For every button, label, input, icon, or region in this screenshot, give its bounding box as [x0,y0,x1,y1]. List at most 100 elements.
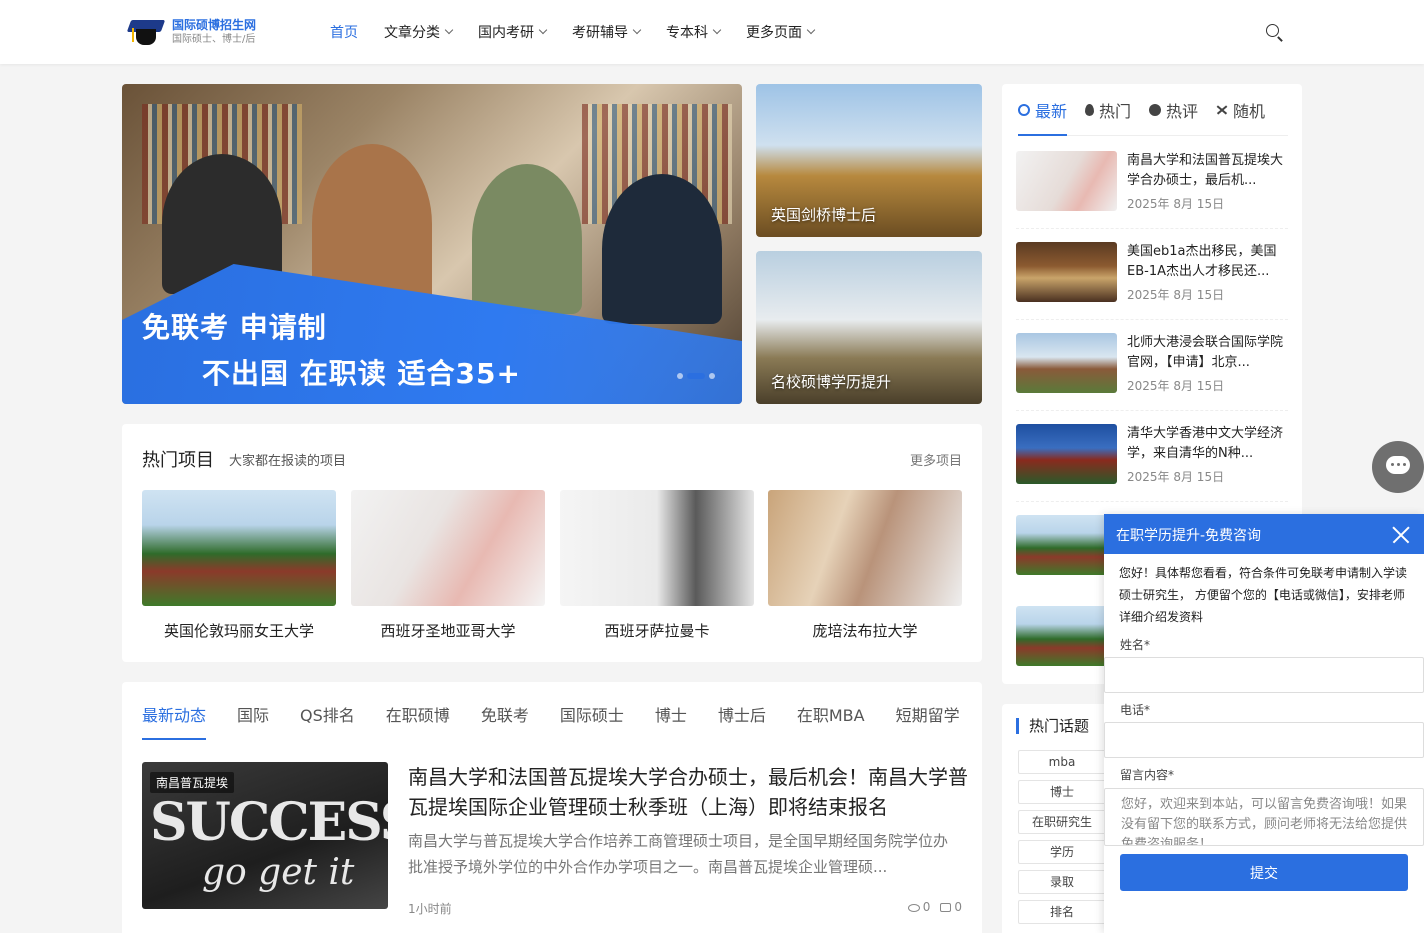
nav-undergrad[interactable]: 专本科 [666,22,722,42]
site-header: 国际硕博招生网 国际硕士、博士/后 首页 文章分类 国内考研 考研辅导 专本科 … [0,0,1424,64]
project-name: 西班牙圣地亚哥大学 [380,622,516,640]
post-thumbnail [1016,333,1117,393]
hero-side-card-degree[interactable]: 名校硕博学历提升 [756,251,982,404]
graduation-cap-icon [126,14,166,50]
message-label: 留言内容* [1120,768,1175,782]
consult-panel: 在职学历提升-免费咨询 您好！具体帮您看看，符合条件可免联考申请制入学读硕士研究… [1104,514,1424,933]
tab-hot-comments[interactable]: 热评 [1149,98,1198,122]
post-thumbnail [1016,424,1117,484]
phone-input[interactable] [1104,722,1424,758]
tab-qs-ranking[interactable]: QS排名 [300,702,355,740]
project-image [142,490,336,606]
chat-button[interactable] [1372,441,1424,493]
submit-button[interactable]: 提交 [1120,854,1408,891]
chalk-text: go get it [202,852,355,893]
news-time: 1小时前 [408,902,452,916]
post-title: 南昌大学和法国普瓦提埃大学合办硕士，最后机... [1127,153,1284,188]
news-tag: 南昌普瓦提埃 [150,772,235,793]
project-image [560,490,754,606]
tab-random[interactable]: 随机 [1216,98,1265,122]
tab-short-study[interactable]: 短期留学 [896,702,960,740]
slider-dots [677,373,715,379]
consult-intro: 您好！具体帮您看看，符合条件可免联考申请制入学读硕士研究生， 方便留个您的【电话… [1119,566,1408,624]
slider-dot-active[interactable] [687,373,705,379]
close-icon[interactable] [1392,526,1410,544]
project-card[interactable]: 西班牙圣地亚哥大学 [351,490,545,641]
tab-popular[interactable]: 热门 [1085,98,1131,122]
hero-side-caption: 英国剑桥博士后 [771,206,877,224]
news-title[interactable]: 南昌大学和法国普瓦提埃大学合办硕士，最后机会！南昌大学普瓦提埃国际企业管理硕士秋… [408,762,968,822]
news-tabs: 最新动态 国际 QS排名 在职硕博 免联考 国际硕士 博士 博士后 在职MBA … [142,702,960,740]
news-meta: 0 0 [907,900,962,914]
slider-dot[interactable] [709,373,715,379]
project-image [351,490,545,606]
post-date: 2025年 8月 15日 [1127,197,1225,211]
chalk-text: SUCCESS [150,792,388,853]
consult-header: 在职学历提升-免费咨询 [1104,514,1424,554]
message-textarea[interactable] [1104,788,1424,846]
sidebar-post[interactable]: 北师大港浸会联合国际学院官网，【申请】北京... 2025年 8月 15日 [1016,333,1288,411]
tab-intl-master[interactable]: 国际硕士 [560,702,624,740]
post-title: 美国eb1a杰出移民，美国EB-1A杰出人才移民还... [1127,244,1277,279]
project-image [768,490,962,606]
tab-mba[interactable]: 在职MBA [797,702,865,740]
chevron-down-icon [538,25,548,35]
nav-exam-tutoring[interactable]: 考研辅导 [572,22,642,42]
chevron-down-icon [806,25,816,35]
more-projects-link[interactable]: 更多项目 [910,450,962,469]
tab-newest[interactable]: 最新 [1018,98,1068,136]
clock-icon [1018,104,1030,116]
nav-more-pages[interactable]: 更多页面 [746,22,816,42]
nav-domestic-exam[interactable]: 国内考研 [478,22,548,42]
fire-icon [1085,104,1095,116]
hero-side-caption: 名校硕博学历提升 [771,373,892,391]
sidebar-post[interactable]: 美国eb1a杰出移民，美国EB-1A杰出人才移民还... 2025年 8月 15… [1016,242,1288,320]
sidebar-post[interactable]: 清华大学香港中文大学经济学，来自清华的N种... 2025年 8月 15日 [1016,424,1288,502]
chat-icon [1149,104,1162,116]
post-date: 2025年 8月 15日 [1127,470,1225,484]
chevron-down-icon [632,25,642,35]
consult-title: 在职学历提升-免费咨询 [1116,528,1262,544]
comment-icon [940,903,952,912]
topic-tag[interactable]: 博士 [1018,780,1106,804]
project-name: 英国伦敦玛丽女王大学 [163,622,314,640]
post-date: 2025年 8月 15日 [1127,288,1225,302]
sidebar-post[interactable]: 南昌大学和法国普瓦提埃大学合办硕士，最后机... 2025年 8月 15日 [1016,151,1288,229]
post-title: 清华大学香港中文大学经济学，来自清华的N种... [1127,426,1284,461]
news-thumbnail[interactable]: 南昌普瓦提埃 SUCCESS go get it [142,762,388,909]
slider-dot[interactable] [677,373,683,379]
topic-tag[interactable]: 排名 [1018,900,1106,924]
topic-tag[interactable]: 录取 [1018,870,1106,894]
nav-home[interactable]: 首页 [330,22,358,42]
tab-phd[interactable]: 博士 [655,702,687,740]
sidebar-tabs: 最新 热门 热评 随机 [1018,98,1288,136]
site-logo[interactable]: 国际硕博招生网 国际硕士、博士/后 [126,14,278,50]
post-thumbnail [1016,151,1117,211]
search-icon[interactable] [1264,22,1284,42]
hero-side-card-cambridge[interactable]: 英国剑桥博士后 [756,84,982,237]
project-card[interactable]: 西班牙萨拉曼卡 [560,490,754,641]
tab-international[interactable]: 国际 [237,702,269,740]
topic-tag[interactable]: mba [1018,750,1106,774]
logo-subtitle: 国际硕士、博士/后 [172,34,256,45]
tab-no-exam[interactable]: 免联考 [481,702,529,740]
post-thumbnail [1016,606,1117,666]
post-thumbnail [1016,515,1117,575]
chevron-down-icon [444,25,454,35]
tab-postdoc[interactable]: 博士后 [718,702,766,740]
topic-tag[interactable]: 学历 [1018,840,1106,864]
nav-categories[interactable]: 文章分类 [384,22,454,42]
hero-slider[interactable]: 免联考 申请制 不出国 在职读 适合35+ [122,84,742,404]
topic-tag[interactable]: 在职研究生 [1018,810,1106,834]
post-thumbnail [1016,242,1117,302]
news-section: 最新动态 国际 QS排名 在职硕博 免联考 国际硕士 博士 博士后 在职MBA … [122,682,982,933]
tab-latest[interactable]: 最新动态 [142,702,207,740]
news-description: 南昌大学与普瓦提埃大学合作培养工商管理硕士项目，是全国早期经国务院学位办批准授予… [408,832,949,876]
project-card[interactable]: 英国伦敦玛丽女王大学 [142,490,336,641]
project-card[interactable]: 庞培法布拉大学 [768,490,962,641]
logo-title: 国际硕博招生网 [172,18,257,32]
tab-part-time[interactable]: 在职硕博 [386,702,450,740]
name-input[interactable] [1104,657,1424,693]
phone-label: 电话* [1120,703,1151,717]
comment-count: 0 [954,900,962,914]
